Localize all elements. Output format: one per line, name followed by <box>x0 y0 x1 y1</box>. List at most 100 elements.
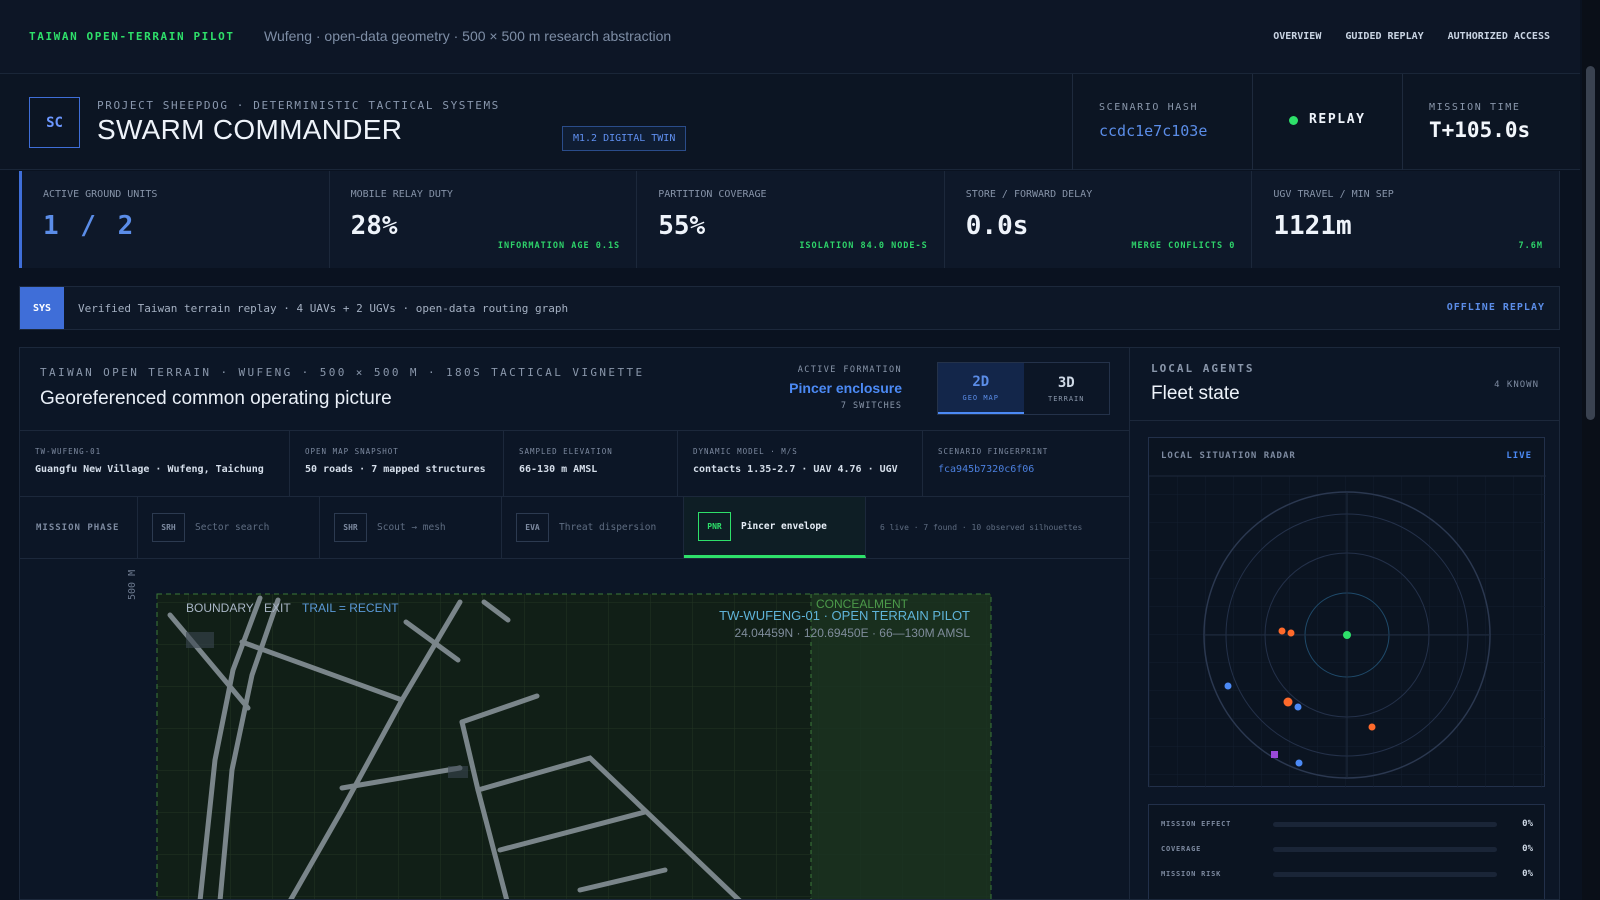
map-scale-label: 500 M <box>127 569 138 600</box>
radar-label: LOCAL SITUATION RADAR <box>1161 451 1296 461</box>
geo-map[interactable]: BOUNDARY EXIT TRAIL = RECENT CONCEALMENT… <box>20 560 1130 900</box>
metric-label: MISSION EFFECT <box>1161 820 1232 828</box>
info-map-snapshot: OPEN MAP SNAPSHOT 50 roads · 7 mapped st… <box>290 431 504 496</box>
kpi-value: 1121m <box>1273 211 1352 241</box>
kpi-note: INFORMATION AGE 0.1S <box>497 241 621 251</box>
kpi-mobile-relay-duty: MOBILE RELAY DUTY 28% INFORMATION AGE 0.… <box>329 171 638 268</box>
legend-trail: TRAIL = RECENT <box>302 601 399 615</box>
situation-radar: LOCAL SITUATION RADAR LIVE <box>1148 437 1546 788</box>
metric-label: COVERAGE <box>1161 845 1202 853</box>
nav-link-authorized-access[interactable]: AUTHORIZED ACCESS <box>1448 31 1550 42</box>
phase-pincer-envelope[interactable]: PNR Pincer envelope <box>684 497 866 558</box>
radar-unknown <box>1271 751 1278 758</box>
metric-coverage: COVERAGE 0% <box>1161 843 1533 855</box>
kpi-value: 1 / 2 <box>43 211 137 241</box>
scenario-hash-value: ccdc1e7c103e <box>1099 122 1208 140</box>
agents-known-count: 4 KNOWN <box>1494 380 1539 390</box>
sys-message: Verified Taiwan terrain replay · 4 UAVs … <box>78 302 569 315</box>
info-value[interactable]: fca945b7320c6f06 <box>938 464 1129 475</box>
system-message-bar: SYS Verified Taiwan terrain replay · 4 U… <box>19 286 1560 330</box>
toggle-2d-geo-map[interactable]: 2D GEO MAP <box>938 363 1024 414</box>
radar-canvas <box>1149 475 1546 788</box>
phase-code: EVA <box>516 513 549 542</box>
phase-code: PNR <box>698 511 731 541</box>
app-logo: SC <box>29 97 80 148</box>
kpi-note: 7.6M <box>1518 241 1543 251</box>
phase-name: Threat dispersion <box>559 522 657 533</box>
nav-subtitle: Wufeng · open-data geometry · 500 × 500 … <box>264 28 672 44</box>
nav-link-overview[interactable]: OVERVIEW <box>1273 31 1321 42</box>
info-key: DYNAMIC MODEL · M/S <box>693 447 798 456</box>
agents-title: Fleet state <box>1151 383 1240 404</box>
kpi-value: 28% <box>350 211 398 241</box>
mission-time-cell: MISSION TIME T+105.0s <box>1402 74 1580 170</box>
phase-sector-search[interactable]: SRH Sector search <box>138 497 320 558</box>
phase-scout-mesh[interactable]: SHR Scout → mesh <box>320 497 502 558</box>
mission-metrics: MISSION EFFECT 0% COVERAGE 0% MISSION RI… <box>1148 804 1545 899</box>
radar-uav <box>1294 703 1302 711</box>
kpi-store-forward-delay: STORE / FORWARD DELAY 0.0s MERGE CONFLIC… <box>944 171 1253 268</box>
radar-live-badge: LIVE <box>1506 451 1532 461</box>
mission-phase-row: MISSION PHASE SRH Sector search SHR Scou… <box>20 497 1129 559</box>
operating-picture-panel: TAIWAN OPEN TERRAIN · WUFENG · 500 × 500… <box>19 347 1130 900</box>
toggle-3d-terrain[interactable]: 3D TERRAIN <box>1024 363 1110 414</box>
mission-time-label: MISSION TIME <box>1429 102 1521 113</box>
metric-bar <box>1273 846 1497 852</box>
info-site: TW-WUFENG-01 Guangfu New Village · Wufen… <box>20 431 290 496</box>
radar-self-marker <box>1343 631 1351 639</box>
offline-replay-link[interactable]: OFFLINE REPLAY <box>1447 302 1545 313</box>
view-toggle: 2D GEO MAP 3D TERRAIN <box>937 362 1110 415</box>
info-fingerprint: SCENARIO FINGERPRINT fca945b7320c6f06 <box>923 431 1129 496</box>
metric-mission-effect: MISSION EFFECT 0% <box>1161 818 1533 830</box>
kpi-value: 0.0s <box>965 211 1029 241</box>
project-label: PROJECT SHEEPDOG · DETERMINISTIC TACTICA… <box>97 99 500 112</box>
map-canvas[interactable]: BOUNDARY EXIT TRAIL = RECENT CONCEALMENT… <box>20 560 1130 900</box>
phase-threat-dispersion[interactable]: EVA Threat dispersion <box>502 497 684 558</box>
toggle-2d-label: 2D <box>972 373 990 390</box>
kpi-ugv-travel: UGV TRAVEL / MIN SEP 1121m 7.6M <box>1252 171 1560 268</box>
kpi-label: STORE / FORWARD DELAY <box>965 189 1093 200</box>
replay-status[interactable]: REPLAY <box>1252 74 1402 170</box>
kpi-partition-coverage: PARTITION COVERAGE 55% ISOLATION 84.0 NO… <box>637 171 945 268</box>
replay-status-label: REPLAY <box>1309 112 1366 127</box>
digital-twin-badge: M1.2 DIGITAL TWIN <box>562 126 687 151</box>
info-value: contacts 1.35-2.7 · UAV 4.76 · UGV <box>693 464 898 475</box>
metric-value: 0% <box>1522 869 1533 879</box>
radar-contact <box>1287 629 1295 637</box>
phase-name: Sector search <box>195 522 270 533</box>
brand-label: TAIWAN OPEN-TERRAIN PILOT <box>29 30 235 43</box>
radar-contact <box>1283 697 1293 707</box>
panel-caption: TAIWAN OPEN TERRAIN · WUFENG · 500 × 500… <box>40 366 645 379</box>
radar-uav <box>1224 682 1232 690</box>
phase-code: SHR <box>334 513 367 542</box>
info-value: 50 roads · 7 mapped structures <box>305 464 486 475</box>
radar-contact <box>1278 627 1286 635</box>
kpi-note: MERGE CONFLICTS 0 <box>1131 241 1236 251</box>
legend-exit: EXIT <box>264 601 291 615</box>
active-formation: ACTIVE FORMATION Pincer enclosure 7 SWIT… <box>789 365 902 411</box>
status-dot-icon <box>1289 116 1298 125</box>
agents-caption: LOCAL AGENTS <box>1151 362 1255 375</box>
site-label: TW-WUFENG-01 · OPEN TERRAIN PILOT <box>719 608 970 623</box>
kpi-row: ACTIVE GROUND UNITS 1 / 2 MOBILE RELAY D… <box>19 171 1560 268</box>
radar-contact <box>1368 723 1376 731</box>
panel-title: Georeferenced common operating picture <box>40 388 392 409</box>
toggle-3d-sublabel: TERRAIN <box>1047 394 1085 403</box>
radar-uav <box>1295 759 1303 767</box>
page-scrollbar-thumb[interactable] <box>1586 66 1595 420</box>
info-value: 66-130 m AMSL <box>519 464 598 475</box>
kpi-active-ground-units: ACTIVE GROUND UNITS 1 / 2 <box>19 171 330 268</box>
metric-mission-risk: MISSION RISK 0% <box>1161 868 1533 880</box>
site-coords: 24.04459N · 120.69450E · 66—130M AMSL <box>735 626 971 640</box>
kpi-label: MOBILE RELAY DUTY <box>350 189 453 200</box>
kpi-label: PARTITION COVERAGE <box>658 189 767 200</box>
scenario-hash-label: SCENARIO HASH <box>1099 102 1199 113</box>
nav-link-guided-replay[interactable]: GUIDED REPLAY <box>1345 31 1423 42</box>
metric-label: MISSION RISK <box>1161 870 1222 878</box>
scenario-info-row: TW-WUFENG-01 Guangfu New Village · Wufen… <box>20 430 1129 497</box>
page-title: SWARM COMMANDER <box>97 114 403 145</box>
info-key: OPEN MAP SNAPSHOT <box>305 447 399 456</box>
sys-tag: SYS <box>20 287 64 329</box>
kpi-value: 55% <box>658 211 706 241</box>
app-header: SC PROJECT SHEEPDOG · DETERMINISTIC TACT… <box>0 74 1580 170</box>
